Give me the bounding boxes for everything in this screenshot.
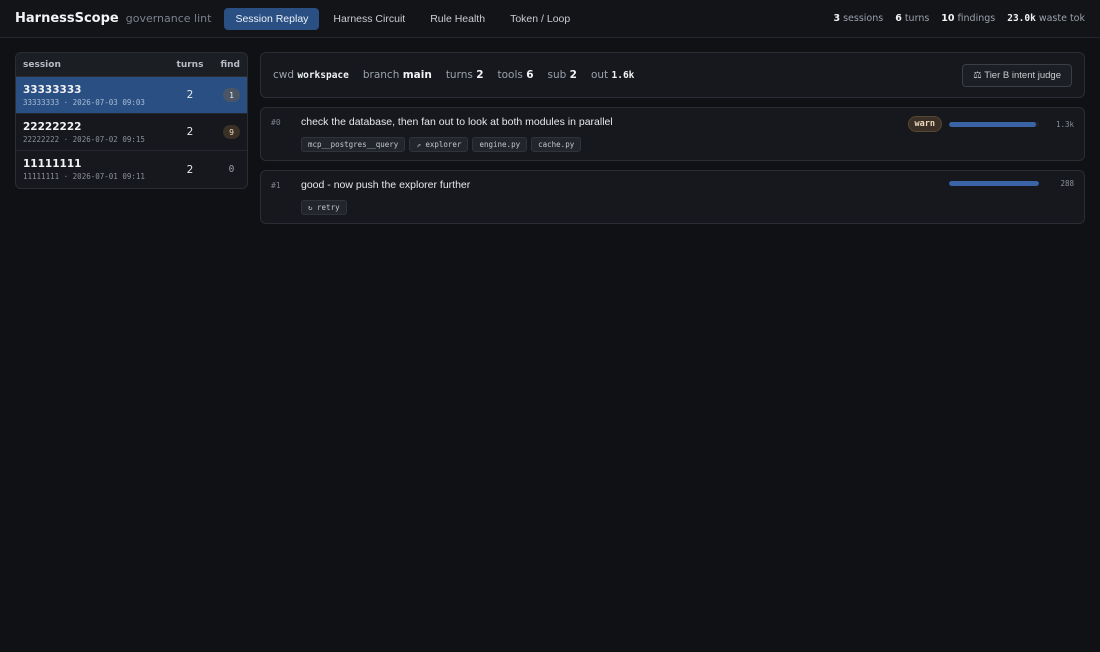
sessions-panel: session turns find 33333333 33333333 · 2… bbox=[15, 52, 248, 189]
tier-b-judge-button[interactable]: ⚖ Tier B intent judge bbox=[962, 63, 1072, 87]
brand-subtitle: governance lint bbox=[125, 12, 212, 25]
info-cwd: cwd workspace bbox=[273, 69, 349, 81]
turn-card[interactable]: #1 good - now push the explorer further … bbox=[260, 170, 1085, 224]
session-turns: 2 bbox=[186, 126, 194, 138]
retry-tag[interactable]: ↻ retry bbox=[301, 200, 347, 215]
tab-rule-health[interactable]: Rule Health bbox=[419, 8, 496, 30]
session-row[interactable]: 22222222 22222222 · 2026-07-02 09:15 2 9 bbox=[16, 114, 247, 151]
session-id: 11111111 bbox=[23, 158, 82, 170]
session-row[interactable]: 33333333 33333333 · 2026-07-03 09:03 2 1 bbox=[16, 77, 247, 114]
info-sub: sub 2 bbox=[547, 69, 577, 81]
info-out: out 1.6k bbox=[590, 69, 635, 81]
global-stats: 3 sessions 6 turns 10 findings 23.0k waste t… bbox=[833, 13, 1085, 24]
brand-name: HarnessScope bbox=[15, 11, 119, 26]
file-tag[interactable]: engine.py bbox=[472, 137, 528, 152]
session-turns: 2 bbox=[186, 163, 194, 176]
tab-harness-circuit[interactable]: Harness Circuit bbox=[322, 8, 416, 30]
turn-card[interactable]: #0 check the database, then fan out to l… bbox=[260, 107, 1085, 161]
session-id: 22222222 bbox=[23, 120, 82, 133]
session-info-bar: cwd workspace branch main turns 2 tools … bbox=[260, 52, 1085, 98]
turn-prompt: check the database, then fan out to look… bbox=[301, 116, 613, 128]
info-branch: branch main bbox=[362, 69, 432, 81]
turn-prompt: good - now push the explorer further bbox=[301, 179, 471, 191]
token-bar bbox=[949, 181, 1039, 186]
token-bar-fill bbox=[949, 121, 1037, 127]
token-count: 1.3k bbox=[1055, 119, 1074, 129]
tool-tag[interactable]: mcp__postgres__query bbox=[301, 137, 406, 152]
stat-turns: 6 turns bbox=[895, 13, 930, 24]
session-meta: 33333333 · 2026-07-03 09:03 bbox=[23, 97, 145, 107]
severity-badge: warn bbox=[907, 116, 942, 132]
stat-waste: 23.0k waste tok bbox=[1007, 13, 1085, 24]
findings-badge: 1 bbox=[223, 88, 240, 102]
session-meta: 11111111 · 2026-07-01 09:11 bbox=[23, 172, 145, 181]
findings-badge: 0 bbox=[228, 164, 235, 175]
replay-main: cwd workspace branch main turns 2 tools … bbox=[260, 52, 1085, 224]
turn-index: #0 bbox=[271, 118, 281, 127]
tab-token-loop[interactable]: Token / Loop bbox=[499, 8, 581, 30]
stat-sessions: 3 sessions bbox=[833, 13, 884, 24]
token-bar-fill bbox=[949, 181, 1039, 186]
token-count: 288 bbox=[1060, 179, 1074, 188]
top-bar: HarnessScope governance lint Session Rep… bbox=[0, 0, 1100, 38]
session-turns: 2 bbox=[186, 89, 194, 101]
session-row[interactable]: 11111111 11111111 · 2026-07-01 09:11 2 0 bbox=[16, 151, 247, 188]
session-meta: 22222222 · 2026-07-02 09:15 bbox=[23, 134, 145, 144]
info-tools: tools 6 bbox=[497, 69, 534, 81]
file-tag[interactable]: cache.py bbox=[531, 137, 582, 152]
sessions-header: session turns find bbox=[16, 53, 247, 77]
subagent-tag[interactable]: ⇗ explorer bbox=[409, 137, 469, 152]
info-turns: turns 2 bbox=[445, 69, 484, 81]
stat-findings: 10 findings bbox=[941, 13, 996, 24]
turn-tags: mcp__postgres__query ⇗ explorer engine.p… bbox=[301, 137, 582, 152]
header-find[interactable]: find bbox=[210, 60, 240, 70]
session-id: 33333333 bbox=[23, 83, 82, 96]
findings-badge: 9 bbox=[223, 125, 240, 139]
turn-index: #1 bbox=[271, 181, 281, 190]
header-session[interactable]: session bbox=[23, 60, 170, 70]
header-turns[interactable]: turns bbox=[170, 60, 210, 70]
token-bar bbox=[949, 121, 1039, 127]
turn-tags: ↻ retry bbox=[301, 200, 347, 215]
tab-session-replay[interactable]: Session Replay bbox=[224, 7, 320, 30]
